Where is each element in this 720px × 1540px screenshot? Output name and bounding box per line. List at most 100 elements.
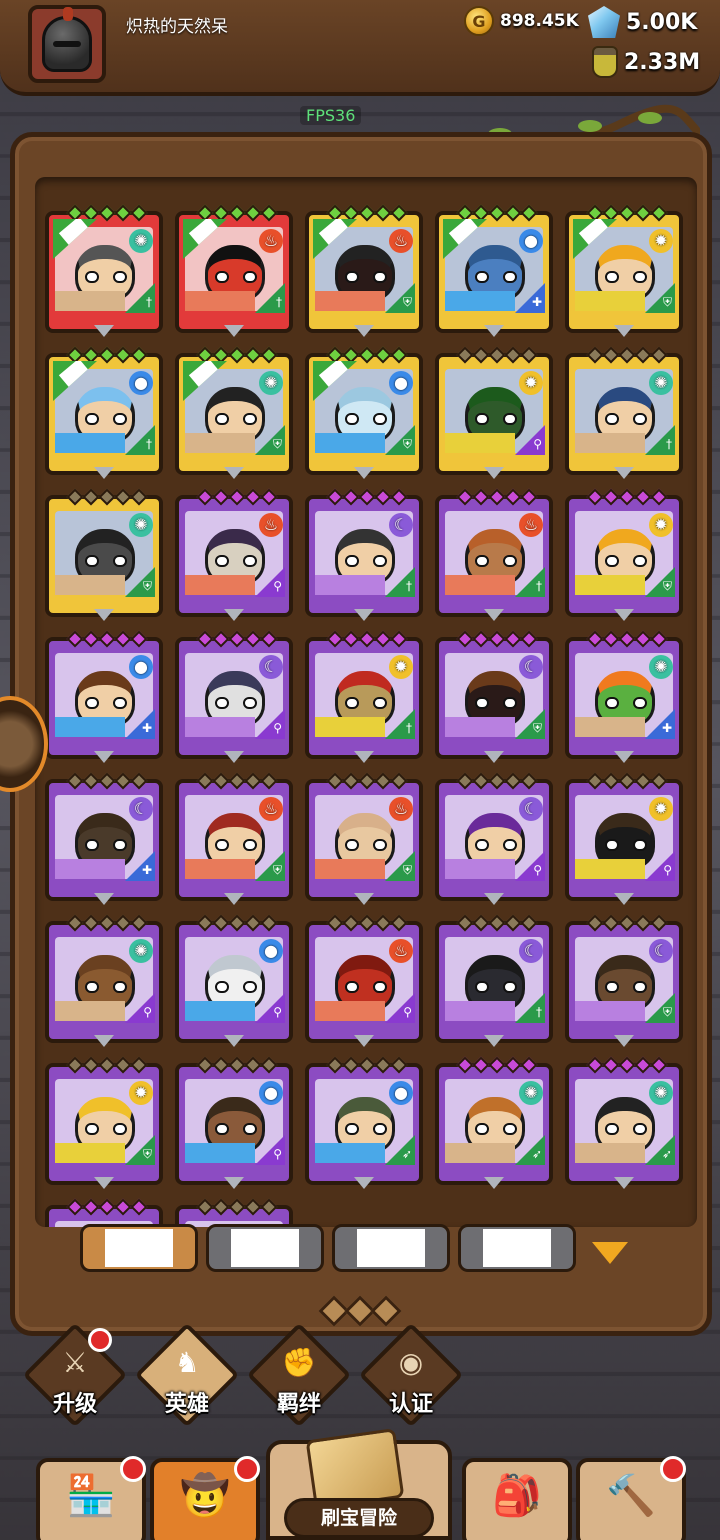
wind-icon: ✺ bbox=[649, 371, 673, 395]
hero-card[interactable]: ● ⚲ bbox=[175, 914, 293, 1047]
hero-card[interactable]: ✺ ⛨ bbox=[45, 488, 163, 621]
star-rating bbox=[456, 488, 538, 506]
subnav-certify[interactable]: ◉ 认证 bbox=[358, 1322, 464, 1428]
hero-nameplate bbox=[55, 1001, 125, 1021]
hero-card[interactable]: ● ➶ bbox=[305, 1056, 423, 1189]
hero-card[interactable]: ♨ ⛨ bbox=[305, 204, 423, 337]
moon-icon: ☾ bbox=[649, 939, 673, 963]
hero-card[interactable]: ☾ ⚲ bbox=[175, 630, 293, 763]
hero-card[interactable]: ☾ ⚲ bbox=[435, 772, 553, 905]
water-icon: ● bbox=[129, 655, 153, 679]
tab-filter-4[interactable] bbox=[458, 1224, 576, 1272]
hero-card[interactable]: ☾ † bbox=[305, 488, 423, 621]
fire-icon: ♨ bbox=[519, 513, 543, 537]
hero-nameplate bbox=[185, 291, 255, 311]
light-icon: ✹ bbox=[389, 655, 413, 679]
hero-card[interactable]: ✺ ⛨ bbox=[175, 346, 293, 479]
star-rating bbox=[586, 772, 668, 790]
hero-card[interactable]: ✺ ➶ bbox=[435, 1056, 553, 1189]
hero-eyes bbox=[85, 839, 127, 851]
hero-card[interactable]: ● † bbox=[45, 346, 163, 479]
hero-card[interactable]: ☾ † bbox=[435, 914, 553, 1047]
hero-eyes bbox=[605, 271, 647, 283]
potion-counter[interactable]: 2.33M bbox=[592, 46, 700, 78]
hero-card[interactable]: ✺ ➶ bbox=[565, 1056, 683, 1189]
hero-icon: ♞ bbox=[174, 1346, 200, 1379]
light-icon: ✹ bbox=[649, 797, 673, 821]
star-rating bbox=[196, 1198, 278, 1216]
wind-icon: ✺ bbox=[259, 371, 283, 395]
hero-eyes bbox=[475, 1123, 517, 1135]
star-rating bbox=[196, 346, 278, 364]
star-rating bbox=[66, 630, 148, 648]
hero-nameplate bbox=[315, 1001, 385, 1021]
star-rating bbox=[196, 772, 278, 790]
hero-card[interactable]: ♨ ⚲ bbox=[305, 914, 423, 1047]
star-rating bbox=[586, 204, 668, 222]
hero-nameplate bbox=[575, 291, 645, 311]
hero-card[interactable]: ● ✚ bbox=[435, 204, 553, 337]
wind-icon: ✺ bbox=[649, 655, 673, 679]
subnav-bonds[interactable]: ✊ 羁绊 bbox=[246, 1322, 352, 1428]
hero-eyes bbox=[605, 413, 647, 425]
hero-card[interactable]: ☾ ✚ bbox=[45, 772, 163, 905]
tab-filter-2[interactable] bbox=[206, 1224, 324, 1272]
hero-card[interactable]: ● ⛨ bbox=[305, 346, 423, 479]
player-avatar[interactable] bbox=[28, 5, 106, 83]
hero-card[interactable]: ✺ † bbox=[45, 204, 163, 337]
hero-eyes bbox=[475, 839, 517, 851]
hero-grid-viewport[interactable]: ✺ † ♨ † ♨ ⛨ ● ✚ ✹ ⛨ ● † ✺ ⛨ ● ⛨ ✹ ⚲ ✺ † ✺ ⛨ ♨ ⚲ ☾ † ♨ † ✹ ⛨ ● ✚ ☾ ⚲ ✹ † ☾ ⛨ ✺ ✚… bbox=[35, 177, 697, 1227]
hero-card[interactable]: ♨ ⛨ bbox=[175, 772, 293, 905]
hero-card[interactable]: ☾ ⛨ bbox=[565, 914, 683, 1047]
potion-amount: 2.33M bbox=[624, 49, 701, 75]
hero-card[interactable]: ● ⚲ bbox=[175, 1056, 293, 1189]
hero-nameplate bbox=[185, 1001, 255, 1021]
hero-card[interactable]: ✺ † bbox=[565, 346, 683, 479]
hero-card[interactable]: ✹ † bbox=[305, 630, 423, 763]
hero-nameplate bbox=[185, 575, 255, 595]
hero-card[interactable]: ✹ ⛨ bbox=[565, 204, 683, 337]
hero-eyes bbox=[605, 555, 647, 567]
star-rating bbox=[326, 488, 408, 506]
hero-card[interactable]: ♨ ⛨ bbox=[305, 772, 423, 905]
hero-card[interactable]: ☾ ⛨ bbox=[435, 630, 553, 763]
notification-badge bbox=[660, 1456, 686, 1482]
hero-card[interactable]: ✹ ⛨ bbox=[45, 1056, 163, 1189]
hero-card[interactable]: ♨ ⚲ bbox=[175, 488, 293, 621]
nav-forge[interactable]: 🔨 bbox=[576, 1456, 686, 1540]
subnav-label: 升级 bbox=[52, 1392, 97, 1417]
hero-nameplate bbox=[55, 717, 125, 737]
hero-nameplate bbox=[445, 575, 515, 595]
hero-avatar-icon: 🤠 bbox=[180, 1473, 230, 1519]
notification-badge bbox=[120, 1456, 146, 1482]
hero-card[interactable]: ♨ † bbox=[435, 488, 553, 621]
gold-counter[interactable]: G 898.45K bbox=[464, 6, 579, 36]
subnav-upgrade[interactable]: ⚔ 升级 bbox=[22, 1322, 128, 1428]
tab-filter-1[interactable] bbox=[80, 1224, 198, 1272]
tab-filter-3[interactable] bbox=[332, 1224, 450, 1272]
hero-eyes bbox=[215, 555, 257, 567]
hero-card[interactable]: ✹ ⛨ bbox=[565, 488, 683, 621]
hero-nameplate bbox=[315, 433, 385, 453]
hero-card[interactable]: ● ✚ bbox=[45, 630, 163, 763]
nav-heroes[interactable]: 🤠 bbox=[150, 1456, 260, 1540]
nav-bag[interactable]: 🎒 bbox=[462, 1458, 572, 1540]
subnav-heroes[interactable]: ♞ 英雄 bbox=[134, 1322, 240, 1428]
gem-counter[interactable]: 5.00K bbox=[588, 6, 697, 38]
hero-card[interactable]: ✹ ⚲ bbox=[565, 772, 683, 905]
light-icon: ✹ bbox=[519, 371, 543, 395]
hero-card[interactable]: ♨ † bbox=[175, 204, 293, 337]
star-rating bbox=[196, 630, 278, 648]
moon-icon: ☾ bbox=[519, 939, 543, 963]
hero-card[interactable]: ✺ ✚ bbox=[565, 630, 683, 763]
hero-eyes bbox=[85, 697, 127, 709]
hero-card[interactable]: ✺ ⚲ bbox=[45, 914, 163, 1047]
hero-nameplate bbox=[575, 1001, 645, 1021]
star-rating bbox=[66, 1198, 148, 1216]
wind-icon: ✺ bbox=[129, 513, 153, 537]
hero-nameplate bbox=[315, 717, 385, 737]
hero-card[interactable]: ✹ ⚲ bbox=[435, 346, 553, 479]
light-icon: ✹ bbox=[129, 1081, 153, 1105]
nav-adventure[interactable]: 刷宝冒险 bbox=[266, 1428, 452, 1540]
nav-shop[interactable]: 🏪 bbox=[36, 1456, 146, 1540]
